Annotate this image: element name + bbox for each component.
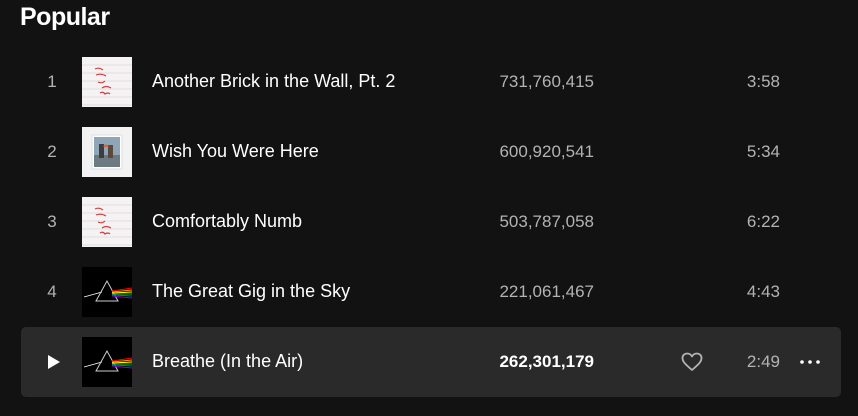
track-duration: 5:34 (746, 142, 780, 161)
track-title[interactable]: Breathe (In the Air) (152, 351, 303, 372)
track-duration: 2:49 (746, 352, 780, 371)
track-title[interactable]: Wish You Were Here (152, 141, 319, 162)
ellipsis-icon (800, 360, 820, 364)
play-count: 221,061,467 (499, 282, 594, 301)
section-title: Popular (20, 3, 110, 31)
wish-you-were-here-cover-icon (82, 127, 132, 177)
track-number: 4 (47, 282, 57, 301)
album-cover-the-wall (82, 197, 132, 247)
dark-side-prism-cover-icon (82, 337, 132, 387)
album-cover-wish-you-were-here (82, 127, 132, 177)
play-count: 600,920,541 (499, 142, 594, 161)
album-cover-dark-side (82, 337, 132, 387)
play-count: 262,301,179 (499, 352, 594, 371)
track-number: 3 (47, 212, 57, 231)
heart-icon[interactable] (681, 352, 703, 372)
track-row[interactable]: 1 Another Brick in the Wall, Pt. 2 731,7… (21, 47, 841, 117)
play-count: 503,787,058 (499, 212, 594, 231)
more-options-icon[interactable] (799, 354, 821, 370)
popular-tracks-page: Popular 1 Another Brick in the Wall, Pt.… (0, 0, 858, 416)
track-title[interactable]: The Great Gig in the Sky (152, 281, 350, 302)
dark-side-prism-cover-icon (82, 267, 132, 317)
track-duration: 4:43 (746, 282, 780, 301)
track-title[interactable]: Comfortably Numb (152, 211, 302, 232)
track-row-hovered[interactable]: Breathe (In the Air) 262,301,179 2:49 (21, 327, 841, 397)
play-icon[interactable] (45, 354, 61, 370)
track-list: 1 Another Brick in the Wall, Pt. 2 731,7… (21, 47, 841, 397)
album-cover-dark-side (82, 267, 132, 317)
play-triangle-icon (48, 355, 60, 369)
album-cover-the-wall (82, 57, 132, 107)
play-count: 731,760,415 (499, 72, 594, 91)
track-title[interactable]: Another Brick in the Wall, Pt. 2 (152, 71, 395, 92)
track-row[interactable]: 3 Comfortably Numb 503,787,058 6:22 (21, 187, 841, 257)
track-duration: 6:22 (746, 212, 780, 231)
track-row[interactable]: 2 Wish You Were Here 600,920,541 5:34 (21, 117, 841, 187)
track-row[interactable]: 4 The Great Gig in the Sky 221,061,467 4… (21, 257, 841, 327)
track-number: 1 (47, 72, 57, 91)
like-heart-outline-icon (681, 352, 703, 371)
the-wall-cover-icon (82, 197, 132, 247)
track-duration: 3:58 (746, 72, 780, 91)
track-number: 2 (47, 142, 57, 161)
the-wall-cover-icon (82, 57, 132, 107)
